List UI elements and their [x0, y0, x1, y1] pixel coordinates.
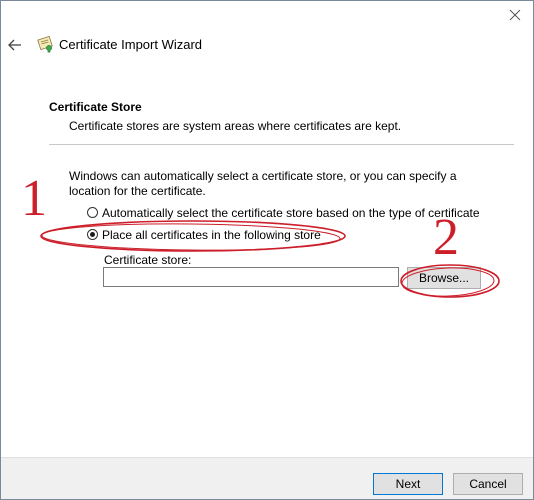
radio-place-in-store-label: Place all certificates in the following …	[102, 228, 321, 242]
close-icon	[509, 9, 521, 21]
back-arrow-icon	[8, 39, 21, 51]
close-button[interactable]	[505, 5, 525, 25]
certificate-icon	[37, 35, 55, 53]
wizard-header: Certificate Import Wizard	[1, 31, 533, 59]
intro-text: Windows can automatically select a certi…	[69, 169, 457, 198]
annotation-number-1: 1	[21, 170, 47, 227]
certificate-store-input[interactable]	[103, 267, 399, 287]
certificate-store-label: Certificate store:	[104, 253, 192, 267]
section-title: Certificate Store	[49, 100, 142, 114]
wizard-title: Certificate Import Wizard	[59, 37, 203, 52]
annotation-number-2: 2	[433, 209, 459, 266]
back-button[interactable]	[7, 37, 23, 53]
cancel-button[interactable]: Cancel	[453, 473, 523, 495]
radio-button-selected[interactable]	[87, 229, 98, 240]
next-button[interactable]: Next	[373, 473, 443, 495]
section-description: Certificate stores are system areas wher…	[69, 119, 402, 133]
wizard-footer: Next Cancel	[1, 457, 533, 499]
section-divider	[49, 144, 514, 145]
radio-selected-dot	[90, 232, 95, 237]
radio-button-unselected[interactable]	[87, 207, 98, 218]
browse-button[interactable]: Browse...	[407, 267, 481, 289]
radio-auto-select-label: Automatically select the certificate sto…	[102, 206, 480, 220]
wizard-window: Certificate Import Wizard Certificate St…	[0, 0, 534, 500]
